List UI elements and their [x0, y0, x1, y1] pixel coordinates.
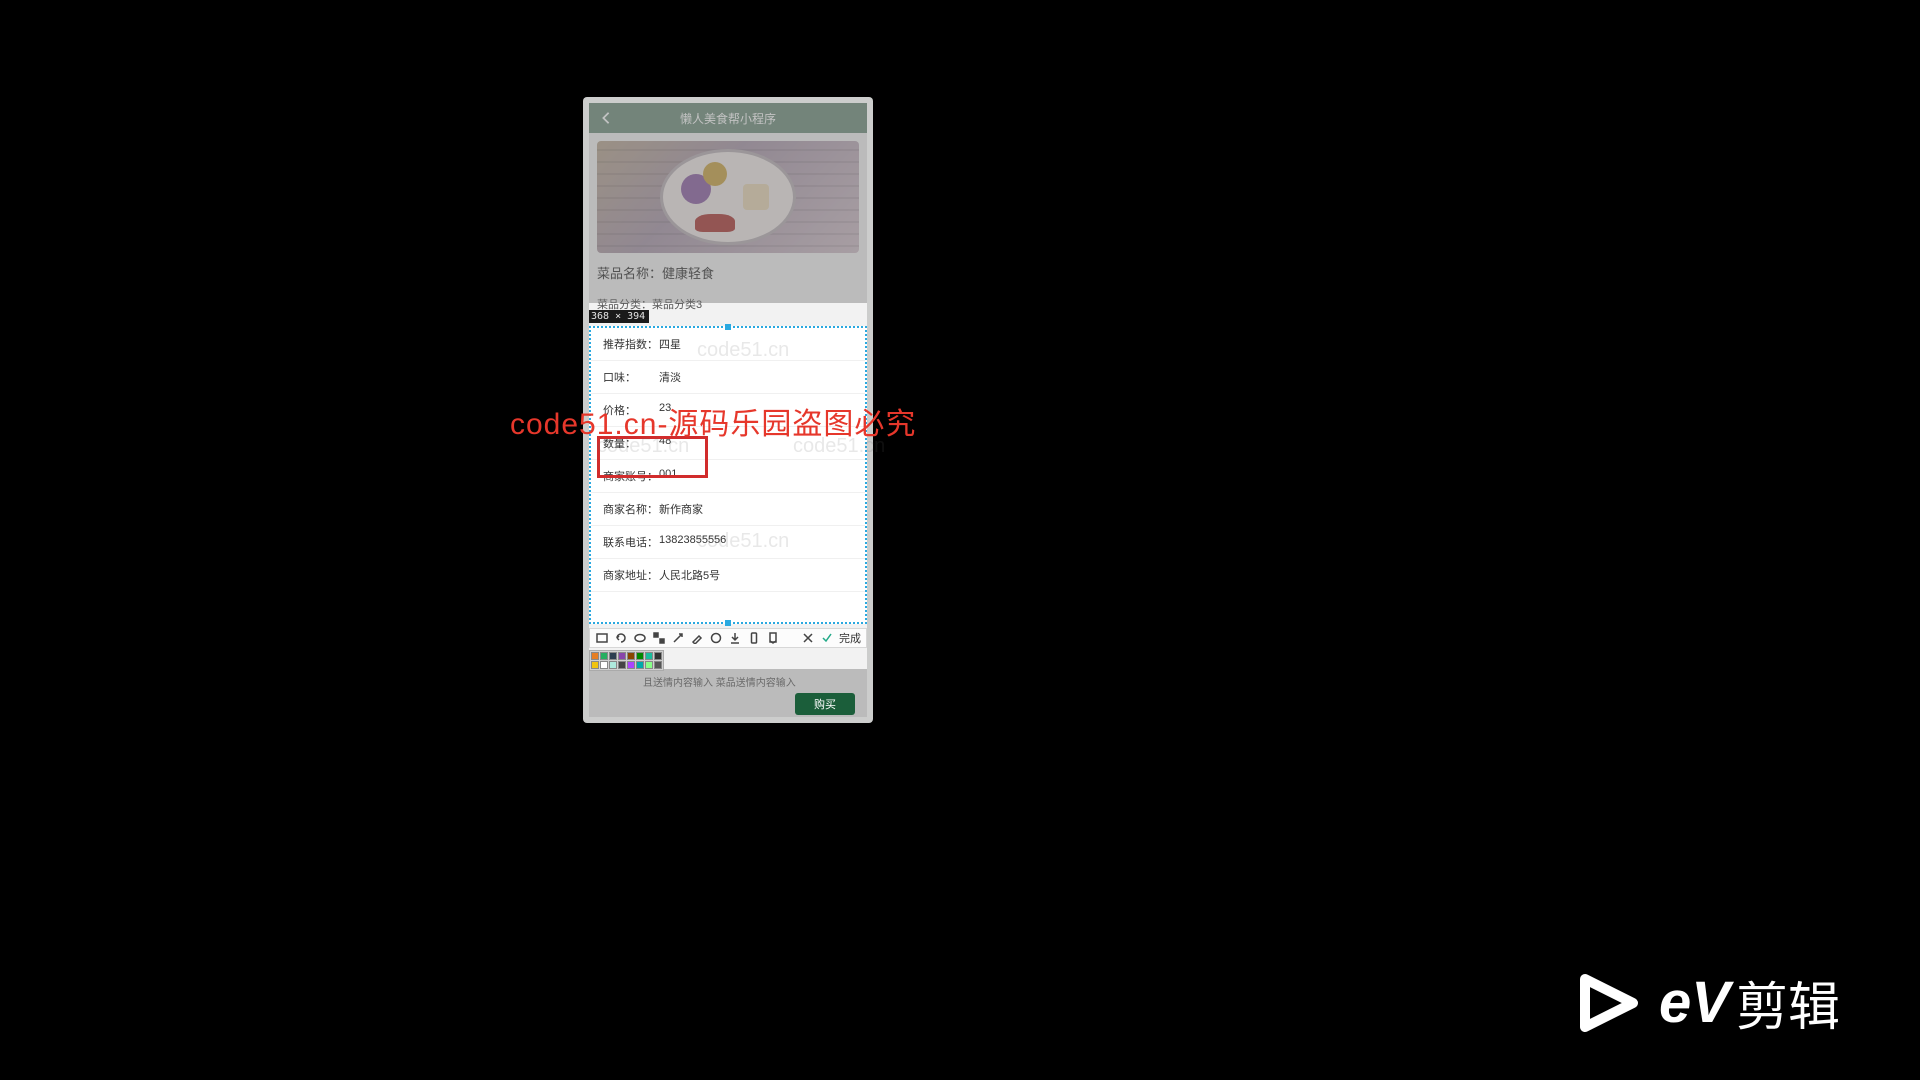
swatch[interactable] — [618, 661, 626, 669]
dish-category-value: 菜品分类3 — [652, 299, 702, 311]
tool-rect-icon[interactable] — [593, 630, 610, 647]
tool-cancel-icon[interactable] — [799, 630, 816, 647]
detail-row-addr: 商家地址：人民北路5号 — [591, 559, 865, 592]
done-button[interactable]: 完成 — [837, 630, 863, 646]
screenshot-toolbar: 完成 — [589, 628, 867, 648]
watermark: code51.cn — [697, 339, 789, 362]
swatch[interactable] — [654, 661, 662, 669]
swatch[interactable] — [591, 652, 599, 660]
color-palette — [589, 650, 664, 671]
tool-ellipse-icon[interactable] — [631, 630, 648, 647]
tool-download-icon[interactable] — [726, 630, 743, 647]
swatch[interactable] — [600, 652, 608, 660]
swatch[interactable] — [609, 661, 617, 669]
swatch[interactable] — [636, 661, 644, 669]
ev-cn: 剪辑 — [1736, 965, 1840, 1040]
ev-brand: eV — [1659, 969, 1730, 1036]
chevron-left-icon — [601, 111, 611, 125]
tool-confirm-icon[interactable] — [818, 630, 835, 647]
screenshot-selection[interactable]: 推荐指数：四星 口味：清淡 价格：23 数量：48 商家账号：001 商家名称：… — [589, 326, 867, 624]
dish-image — [597, 141, 859, 253]
page-title: 懒人美食帮小程序 — [589, 110, 867, 127]
buy-button[interactable]: 购买 — [795, 693, 855, 715]
swatch[interactable] — [645, 661, 653, 669]
swatch[interactable] — [645, 652, 653, 660]
tool-arrow-icon[interactable] — [669, 630, 686, 647]
dish-name-value: 健康轻食 — [662, 266, 714, 281]
swatch[interactable] — [618, 652, 626, 660]
swatch[interactable] — [654, 652, 662, 660]
swatch[interactable] — [627, 661, 635, 669]
tool-undo-icon[interactable] — [612, 630, 629, 647]
app-header: 懒人美食帮小程序 — [589, 103, 867, 133]
dish-name-row: 菜品名称：健康轻食 — [597, 263, 859, 282]
swatch[interactable] — [636, 652, 644, 660]
tool-phone-icon[interactable] — [745, 630, 762, 647]
back-button[interactable] — [597, 109, 615, 127]
watermark: code51.cn — [697, 530, 789, 553]
tool-pen-icon[interactable] — [688, 630, 705, 647]
ev-logo: eV 剪辑 — [1577, 965, 1840, 1040]
tool-mosaic-icon[interactable] — [650, 630, 667, 647]
tool-circle-icon[interactable] — [707, 630, 724, 647]
detail-row-taste: 口味：清淡 — [591, 361, 865, 394]
play-icon — [1577, 971, 1641, 1035]
watermark-red: code51.cn-源码乐园盗图必究 — [510, 399, 916, 443]
placeholder-hint: 且送情内容输入 菜品送情内容输入 — [643, 674, 796, 689]
swatch[interactable] — [627, 652, 635, 660]
tool-pin-icon[interactable] — [764, 630, 781, 647]
swatch[interactable] — [609, 652, 617, 660]
selection-dimension-badge: 368 × 394 — [589, 310, 649, 323]
swatch[interactable] — [600, 661, 608, 669]
content-area: 菜品名称：健康轻食 菜品分类：菜品分类3 — [589, 133, 867, 320]
detail-row-mname: 商家名称：新作商家 — [591, 493, 865, 526]
swatch[interactable] — [591, 661, 599, 669]
dish-name-label: 菜品名称： — [597, 266, 662, 281]
